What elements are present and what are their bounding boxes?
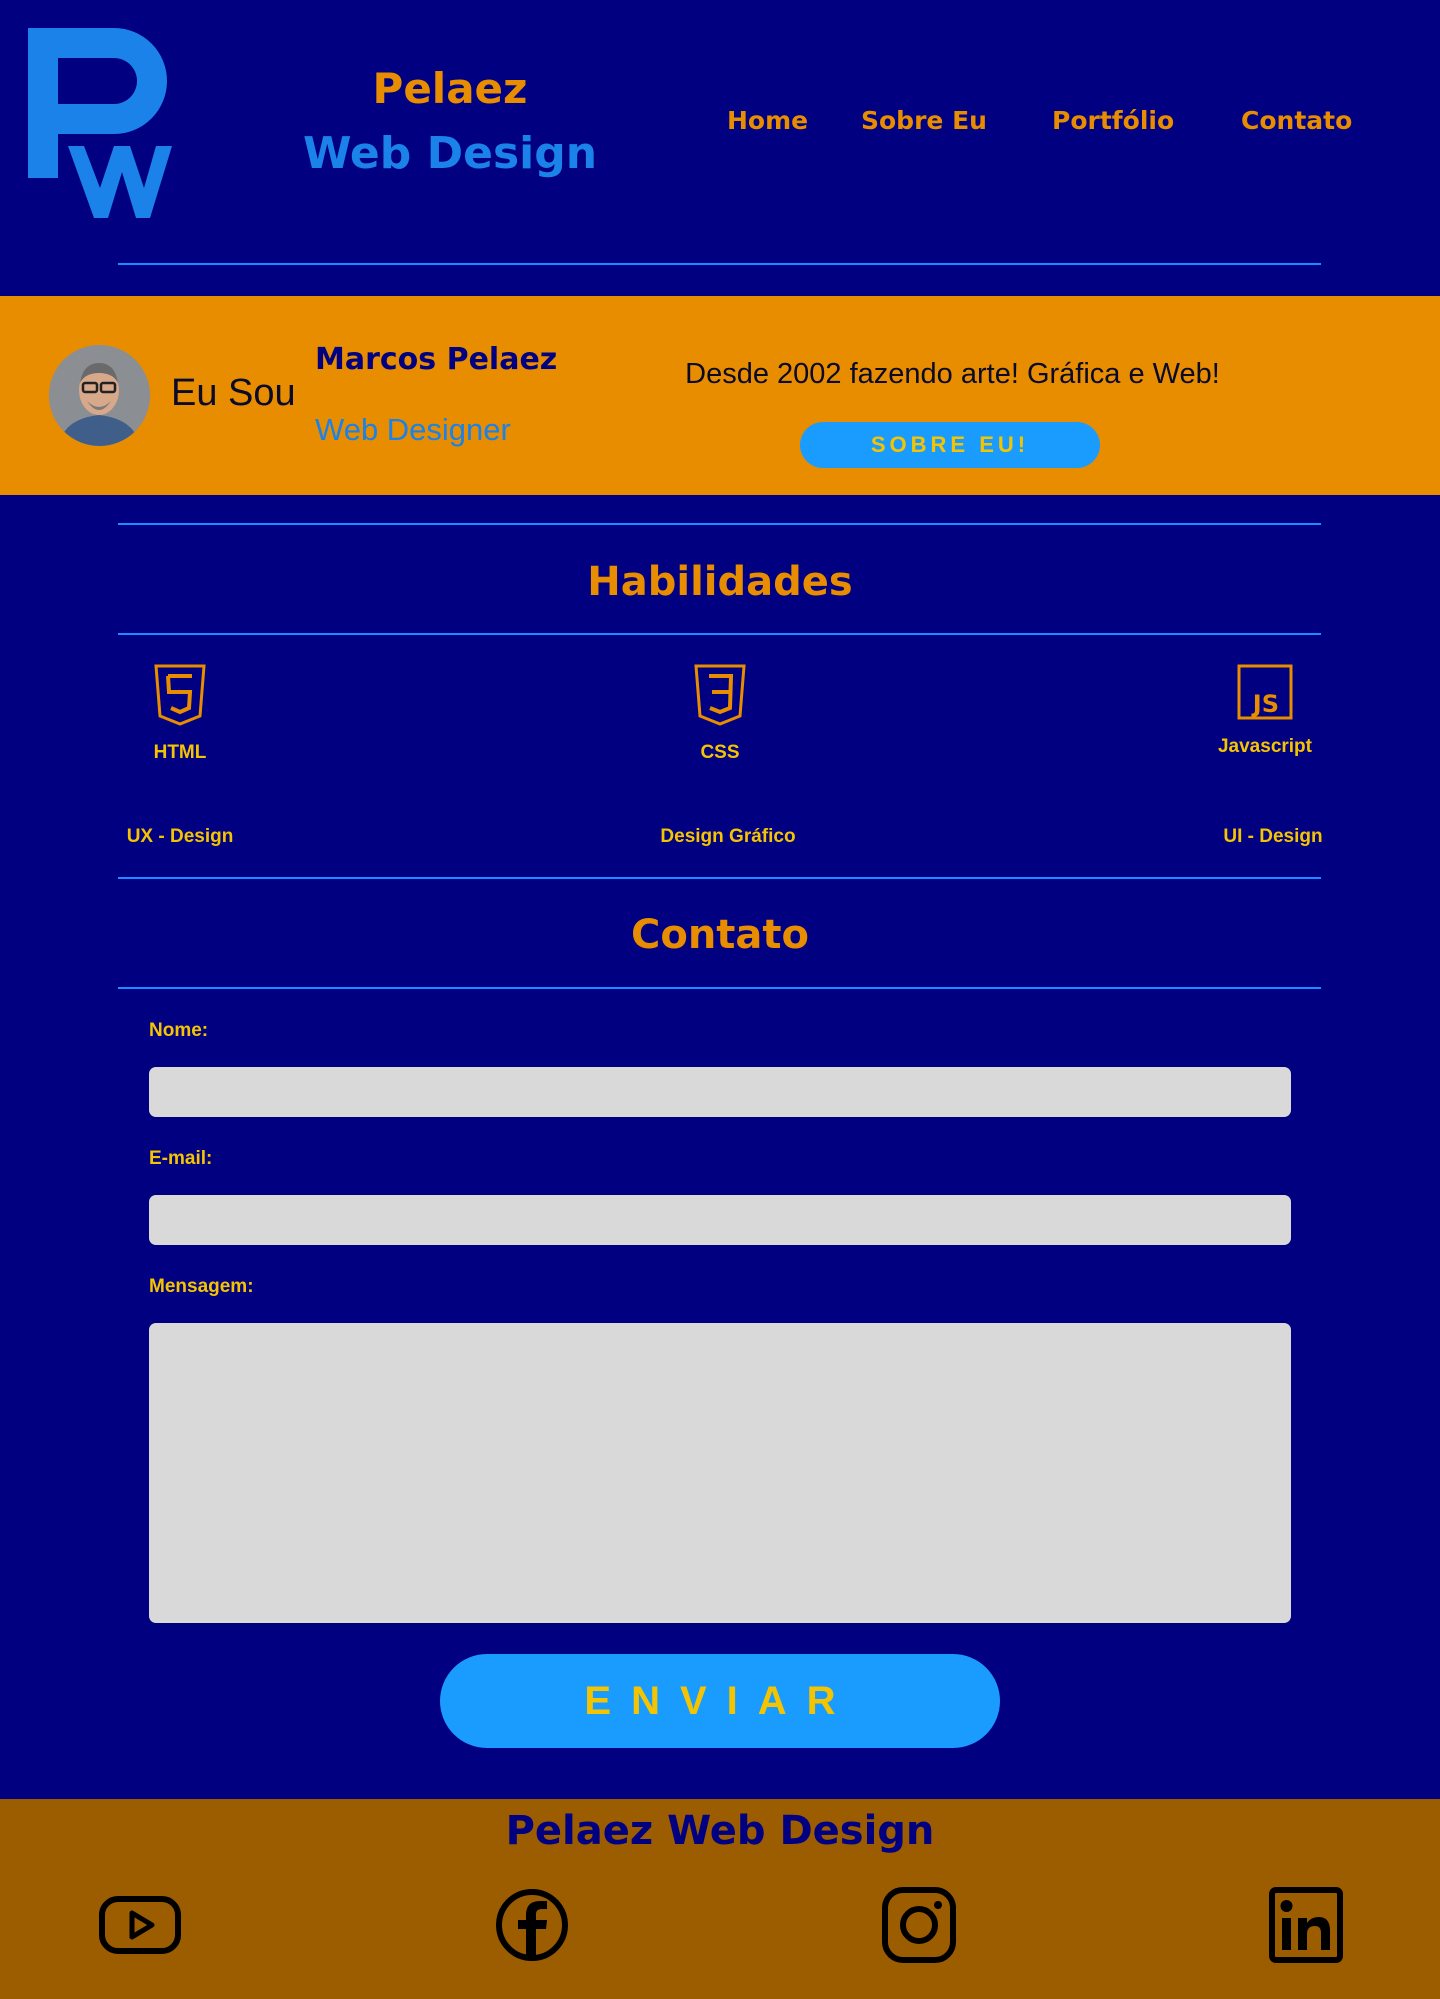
- divider: [118, 263, 1321, 265]
- footer-brand: Pelaez Web Design: [505, 1808, 935, 1854]
- nav-contato[interactable]: Contato: [1241, 106, 1352, 135]
- divider: [118, 633, 1321, 635]
- name-label: Nome:: [149, 1020, 209, 1041]
- skill-html: HTML: [153, 742, 207, 763]
- linkedin-icon[interactable]: [1264, 1887, 1348, 1963]
- skill-css: CSS: [700, 742, 740, 763]
- facebook-icon[interactable]: [490, 1887, 574, 1963]
- brand-tagline: Web Design: [302, 128, 598, 179]
- email-field[interactable]: [149, 1195, 1291, 1245]
- skill-design-grafico: Design Gráfico: [660, 826, 796, 847]
- message-field[interactable]: [149, 1323, 1291, 1623]
- nav-sobre-eu[interactable]: Sobre Eu: [861, 106, 987, 135]
- svg-text:JS: JS: [1251, 690, 1279, 718]
- skill-javascript: Javascript: [1217, 736, 1312, 757]
- nav-home[interactable]: Home: [727, 106, 808, 135]
- youtube-icon[interactable]: [98, 1887, 182, 1963]
- about-button[interactable]: SOBRE EU!: [800, 422, 1100, 468]
- message-label: Mensagem:: [149, 1276, 254, 1297]
- hero-role: Web Designer: [315, 412, 511, 447]
- pw-logo[interactable]: [22, 22, 182, 222]
- brand-name: Pelaez: [372, 64, 528, 113]
- name-field[interactable]: [149, 1067, 1291, 1117]
- javascript-icon: JS: [1237, 664, 1293, 720]
- divider: [118, 523, 1321, 525]
- divider: [118, 877, 1321, 879]
- css3-icon: [694, 664, 746, 726]
- hero-intro: Eu Sou: [171, 372, 296, 414]
- html5-icon: [154, 664, 206, 726]
- hero-name: Marcos Pelaez: [315, 342, 558, 377]
- nav-portfolio[interactable]: Portfólio: [1052, 106, 1174, 135]
- skill-ui-design: UI - Design: [1223, 826, 1323, 847]
- hero-tagline: Desde 2002 fazendo arte! Gráfica e Web!: [685, 358, 1220, 390]
- divider: [118, 987, 1321, 989]
- contact-title: Contato: [630, 912, 810, 958]
- skills-title: Habilidades: [587, 559, 853, 605]
- skill-ux-design: UX - Design: [126, 826, 234, 847]
- avatar: [49, 345, 150, 446]
- email-label: E-mail:: [149, 1148, 213, 1169]
- instagram-icon[interactable]: [877, 1887, 961, 1963]
- send-button[interactable]: ENVIAR: [440, 1654, 1000, 1748]
